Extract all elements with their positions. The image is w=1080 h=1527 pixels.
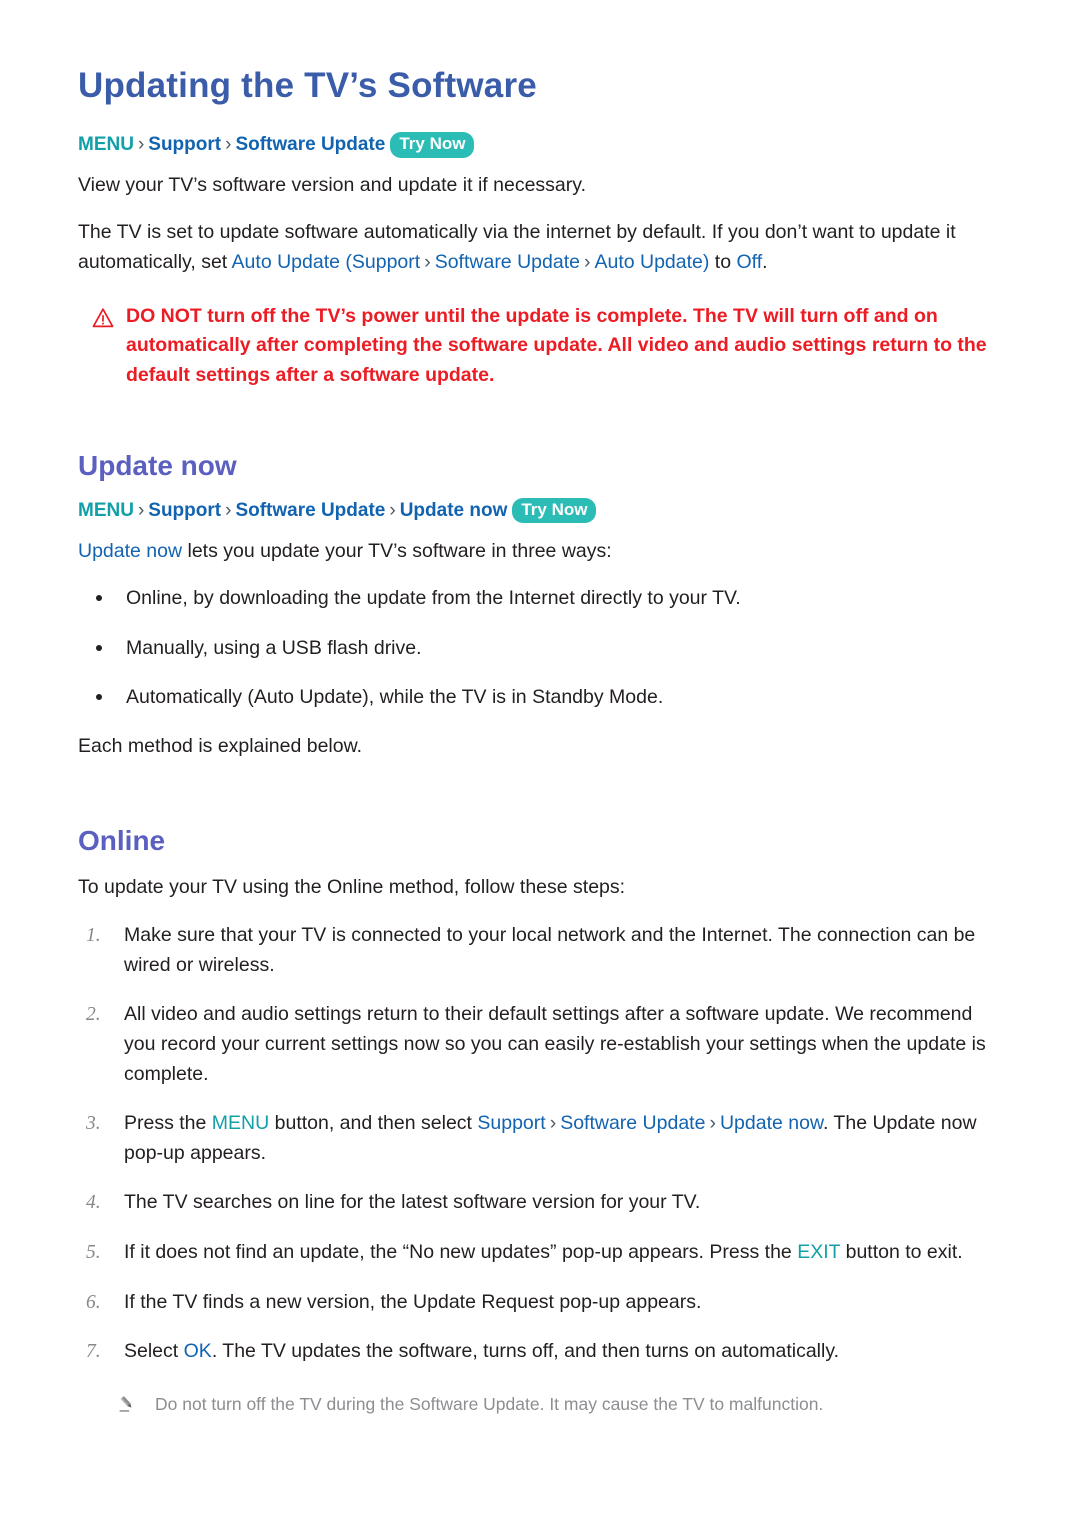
section-heading-online: Online <box>78 824 166 856</box>
link-off[interactable]: Off <box>737 251 763 273</box>
update-now-intro-rest: lets you update your TV’s software in th… <box>182 539 612 562</box>
breadcrumb-separator-icon: › <box>389 500 396 522</box>
list-item: Online, by downloading the update from t… <box>78 584 1002 613</box>
intro-paragraph-2: The TV is set to update software automat… <box>78 218 1002 277</box>
page-title: Updating the TV’s Software <box>78 66 537 105</box>
link-support[interactable]: Support <box>352 251 420 273</box>
breadcrumb-item-software-update[interactable]: Software Update <box>235 500 385 521</box>
breadcrumb-software-update[interactable]: MENU › Support › Software Update Try Now <box>78 132 1002 159</box>
step-number: 6. <box>86 1291 101 1313</box>
section-heading-update-now: Update now <box>78 449 237 481</box>
step-number: 3. <box>86 1113 101 1135</box>
breadcrumb-separator-icon: › <box>583 251 591 274</box>
try-now-badge[interactable]: Try Now <box>512 498 597 524</box>
update-methods-list: Online, by downloading the update from t… <box>78 584 1002 712</box>
breadcrumb-item-support[interactable]: Support <box>148 500 221 521</box>
step-text-b: button to exit. <box>840 1241 963 1263</box>
link-exit[interactable]: EXIT <box>797 1241 840 1263</box>
step-text-a: Press the <box>124 1112 212 1135</box>
intro-text-to: to <box>709 251 737 274</box>
breadcrumb-item-update-now[interactable]: Update now <box>400 500 508 521</box>
step-text-b: . The TV updates the software, turns off… <box>211 1340 840 1363</box>
step-number: 1. <box>86 925 101 946</box>
breadcrumb-item-menu[interactable]: MENU <box>78 134 134 155</box>
list-item: 6. If the TV finds a new version, the Upd… <box>78 1288 1002 1318</box>
link-menu[interactable]: MENU <box>212 1112 269 1134</box>
link-update-now[interactable]: Update now <box>78 540 182 562</box>
update-now-closing: Each method is explained below. <box>78 735 363 758</box>
warning-callout: DO NOT turn off the TV’s power until the… <box>92 302 1002 391</box>
link-software-update[interactable]: Software Update <box>435 251 580 273</box>
try-now-badge[interactable]: Try Now <box>390 132 475 158</box>
intro-text-period: . <box>762 251 768 274</box>
step-text-a: Select <box>124 1340 184 1363</box>
breadcrumb-separator-icon: › <box>549 1112 557 1135</box>
pencil-icon <box>118 1394 137 1413</box>
link-ok[interactable]: OK <box>184 1340 212 1362</box>
breadcrumb-update-now[interactable]: MENU › Support › Software Update › Update now T… <box>78 498 1002 525</box>
step-text-a: If it does not find an update, the “No n… <box>124 1241 798 1263</box>
breadcrumb-separator-icon: › <box>709 1112 716 1135</box>
step-text: All video and audio settings return to t… <box>124 1003 986 1085</box>
paren-open: ( <box>339 251 352 274</box>
breadcrumb-item-support[interactable]: Support <box>148 134 221 155</box>
breadcrumb-separator-icon: › <box>137 134 145 156</box>
step-text: Make sure that your TV is connected to y… <box>124 924 976 976</box>
list-item: 3. Press the MENU button, and then select… <box>78 1109 1002 1168</box>
breadcrumb-separator-icon: › <box>225 134 232 156</box>
list-item: Automatically (Auto Update), while the T… <box>78 683 1002 712</box>
breadcrumb-separator-icon: › <box>137 500 145 522</box>
warning-text: DO NOT turn off the TV’s power until the… <box>126 304 987 386</box>
warning-triangle-icon <box>92 307 114 329</box>
intro-paragraph-1: View your TV’s software version and upda… <box>78 173 586 196</box>
step-number: 2. <box>86 1004 101 1026</box>
step-text: If the TV finds a new version, the Updat… <box>124 1290 702 1313</box>
step-text: The TV searches on line for the latest s… <box>124 1191 701 1214</box>
breadcrumb-separator-icon: › <box>424 251 431 274</box>
link-support[interactable]: Support <box>477 1112 545 1134</box>
list-item: 5. If it does not find an update, the “No… <box>78 1238 1002 1268</box>
document-page: Updating the TV’s Software MENU › Support ›… <box>0 0 1080 1527</box>
step-number: 4. <box>86 1192 101 1214</box>
list-item: 2. All video and audio settings return to… <box>78 1000 1002 1089</box>
step-number: 7. <box>86 1341 101 1363</box>
note-callout: Do not turn off the TV during the Softwa… <box>118 1391 1002 1417</box>
note-text: Do not turn off the TV during the Softwa… <box>155 1393 824 1414</box>
breadcrumb-item-menu[interactable]: MENU <box>78 500 134 521</box>
online-steps-list: 1. Make sure that your TV is connected to… <box>78 921 1002 1367</box>
step-number: 5. <box>86 1242 101 1263</box>
list-item: Manually, using a USB flash drive. <box>78 634 1002 663</box>
link-update-now[interactable]: Update now <box>720 1112 823 1134</box>
link-auto-update-2[interactable]: Auto Update <box>594 251 702 273</box>
breadcrumb-item-software-update[interactable]: Software Update <box>235 134 385 155</box>
link-auto-update[interactable]: Auto Update <box>232 251 340 273</box>
breadcrumb-separator-icon: › <box>225 500 232 522</box>
list-item: 7. Select OK. The TV updates the software… <box>78 1337 1002 1367</box>
update-now-intro: Update now lets you update your TV’s sof… <box>78 537 1002 567</box>
step-text-b: button, and then select <box>269 1112 478 1135</box>
list-item: 4. The TV searches on line for the latest… <box>78 1188 1002 1218</box>
list-item: 1. Make sure that your TV is connected to… <box>78 921 1002 980</box>
online-intro: To update your TV using the Online metho… <box>78 876 626 899</box>
link-software-update[interactable]: Software Update <box>560 1112 705 1134</box>
